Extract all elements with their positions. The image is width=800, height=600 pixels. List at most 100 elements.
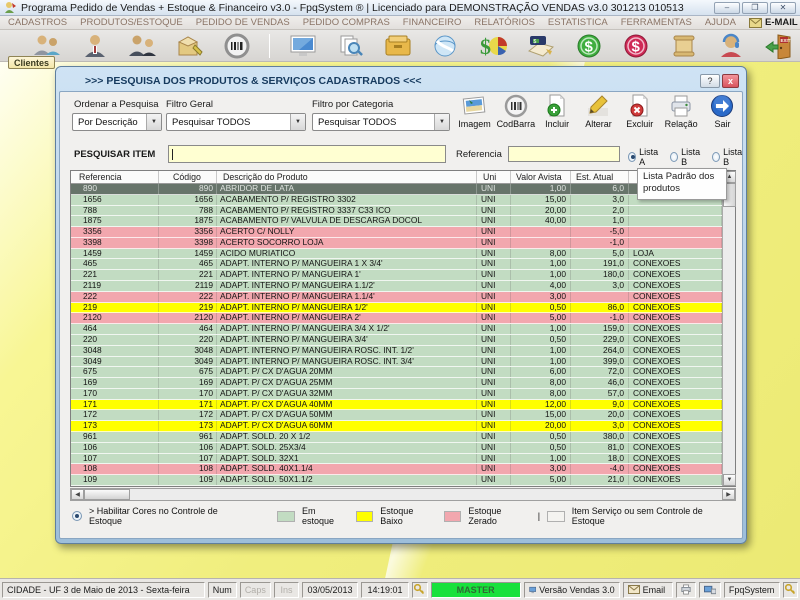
horizontal-scrollbar[interactable]: ◀ ▶	[70, 488, 736, 501]
cell-ref: 172	[71, 410, 159, 420]
cell-est: 3,0	[571, 195, 629, 205]
table-row[interactable]: 890890ABRIDOR DE LATAUNI1,006,0	[71, 184, 722, 195]
cell-ref: 3049	[71, 357, 159, 367]
table-row[interactable]: 220220ADAPT. INTERNO P/ MANGUEIRA 3/4'UN…	[71, 335, 722, 346]
scroll-left-arrow[interactable]: ◀	[71, 489, 84, 500]
menu-item-relat-rios[interactable]: RELATÓRIOS	[474, 17, 535, 28]
window-title: Programa Pedido de Vendas + Estoque & Fi…	[21, 2, 684, 14]
toolbar-button-codbarra[interactable]	[222, 32, 252, 60]
menu-item-estatistica[interactable]: ESTATISTICA	[548, 17, 608, 28]
menu-item-cadastros[interactable]: CADASTROS	[8, 17, 67, 28]
radio-on-icon	[72, 511, 82, 521]
table-row[interactable]: 106106ADAPT. SOLD. 25X3/4UNI0,5081,0CONE…	[71, 443, 722, 454]
table-row[interactable]: 14591459ACIDO MURIATICOUNI8,005,0LOJA	[71, 249, 722, 260]
table-row[interactable]: 21192119ADAPT. INTERNO P/ MANGUEIRA 1.1/…	[71, 281, 722, 292]
restore-button[interactable]: ❐	[742, 2, 768, 14]
toolbar-button-suporte[interactable]	[716, 32, 746, 60]
vertical-scrollbar[interactable]: ▲ ▼	[722, 171, 735, 486]
sair-button[interactable]: Sair	[703, 94, 742, 140]
toolbar-button-produtos[interactable]	[174, 32, 204, 60]
dialog-help-button[interactable]: ?	[700, 74, 720, 88]
ordenar-select[interactable]: Por Descrição ▼	[72, 113, 162, 131]
menu-item-pedido-de-vendas[interactable]: PEDIDO DE VENDAS	[196, 17, 290, 28]
table-row[interactable]: 18751875ACABAMENTO P/ VALVULA DE DESCARG…	[71, 216, 722, 227]
toolbar-button-compras[interactable]	[382, 32, 412, 60]
menu-item-pedido-compras[interactable]: PEDIDO COMPRAS	[303, 17, 390, 28]
codbarra-button[interactable]: CodBarra	[496, 94, 535, 140]
table-header: Referencia Código Descrição do Produto U…	[71, 171, 735, 184]
cell-ref: 675	[71, 367, 159, 377]
table-row[interactable]: 33983398ACERTO SOCORRO LOJAUNI-1,0	[71, 238, 722, 249]
status-version: Versão Vendas 3.0	[524, 582, 620, 598]
cell-desc: ACIDO MURIATICO	[217, 249, 477, 259]
toolbar-button-vendedores[interactable]	[127, 32, 157, 60]
table-row[interactable]: 219219ADAPT. INTERNO P/ MANGUEIRA 1/2'UN…	[71, 303, 722, 314]
status-printer[interactable]	[676, 582, 696, 598]
incluir-label: Incluir	[545, 119, 569, 129]
toolbar-button-orcamentos[interactable]	[335, 32, 365, 60]
minimize-button[interactable]: ‒	[714, 2, 740, 14]
excluir-button[interactable]: Excluir	[620, 94, 659, 140]
toolbar-button-fornecedores[interactable]	[79, 32, 109, 60]
radio-lista-b[interactable]: Lista B	[670, 147, 702, 167]
table-row[interactable]: 21202120ADAPT. INTERNO P/ MANGUEIRA 2'UN…	[71, 313, 722, 324]
menu-item-produtos-estoque[interactable]: PRODUTOS/ESTOQUE	[80, 17, 183, 28]
table-row[interactable]: 675675ADAPT. P/ CX D'AGUA 20MMUNI6,0072,…	[71, 367, 722, 378]
table-row[interactable]: 788788ACABAMENTO P/ REGISTRO 3337 C33 IC…	[71, 206, 722, 217]
table-row[interactable]: 30493049ADAPT. INTERNO P/ MANGUEIRA ROSC…	[71, 357, 722, 368]
menu-item-ferramentas[interactable]: FERRAMENTAS	[621, 17, 692, 28]
filtro-categoria-select[interactable]: Pesquisar TODOS ▼	[312, 113, 450, 131]
table-row[interactable]: 33563356ACERTO C/ NOLLYUNI-5,0	[71, 227, 722, 238]
horizontal-scroll-thumb[interactable]	[84, 489, 130, 500]
table-row[interactable]: 170170ADAPT. P/ CX D'AGUA 32MMUNI8,0057,…	[71, 389, 722, 400]
habilitar-cores-radio[interactable]	[72, 511, 82, 521]
imagem-button[interactable]: Imagem	[455, 94, 494, 140]
referencia-input[interactable]	[508, 146, 620, 162]
status-terminal[interactable]	[699, 582, 721, 598]
close-button[interactable]: ✕	[770, 2, 796, 14]
table-row[interactable]: 464464ADAPT. INTERNO P/ MANGUEIRA 3/4 X …	[71, 324, 722, 335]
table-row[interactable]: 16561656ACABAMENTO P/ REGISTRO 3302UNI15…	[71, 195, 722, 206]
table-row[interactable]: 172172ADAPT. P/ CX D'AGUA 50MMUNI15,0020…	[71, 410, 722, 421]
status-date: 03/05/2013	[302, 582, 358, 598]
toolbar-button-estatistica[interactable]: $	[477, 32, 509, 60]
key-icon	[785, 584, 796, 595]
menu-item-email[interactable]: E-MAIL	[749, 17, 798, 28]
table-row[interactable]: 465465ADAPT. INTERNO P/ MANGUEIRA 1 X 3/…	[71, 259, 722, 270]
table-row[interactable]: 169169ADAPT. P/ CX D'AGUA 25MMUNI8,0046,…	[71, 378, 722, 389]
scroll-down-arrow[interactable]: ▼	[723, 474, 736, 486]
table-row[interactable]: 961961ADAPT. SOLD. 20 X 1/2UNI0,50380,0C…	[71, 432, 722, 443]
table-row[interactable]: 109109ADAPT. SOLD. 50X1.1/2UNI5,0021,0CO…	[71, 475, 722, 486]
toolbar-button-contas-pagar[interactable]: $	[621, 32, 651, 60]
table-row[interactable]: 107107ADAPT. SOLD. 32X1UNI1,0018,0CONEXO…	[71, 454, 722, 465]
table-row[interactable]: 30483048ADAPT. INTERNO P/ MANGUEIRA ROSC…	[71, 346, 722, 357]
status-email[interactable]: Email	[623, 582, 673, 598]
menu-item-financeiro[interactable]: FINANCEIRO	[403, 17, 462, 28]
filtro-geral-select[interactable]: Pesquisar TODOS ▼	[166, 113, 306, 131]
radio-lista-a[interactable]: Lista A	[628, 147, 660, 167]
cell-est: -5,0	[571, 227, 629, 237]
table-row[interactable]: 222222ADAPT. INTERNO P/ MANGUEIRA 1.1/4'…	[71, 292, 722, 303]
menu-item-ajuda[interactable]: AJUDA	[705, 17, 736, 28]
table-row[interactable]: 173173ADAPT. P/ CX D'AGUA 60MMUNI20,003,…	[71, 421, 722, 432]
dialog-close-button[interactable]: x	[722, 74, 739, 88]
toolbar-button-relatorios[interactable]	[669, 32, 699, 60]
toolbar-button-sair[interactable]: EXIT	[764, 32, 794, 60]
table-row[interactable]: 171171ADAPT. P/ CX D'AGUA 40MMUNI12,009,…	[71, 400, 722, 411]
radio-lista-b2[interactable]: Lista B	[712, 147, 744, 167]
toolbar-button-pedidos[interactable]	[287, 32, 317, 60]
toolbar-button-financeiro[interactable]	[430, 32, 460, 60]
toolbar-button-contas-receber[interactable]: $	[574, 32, 604, 60]
table-row[interactable]: 108108ADAPT. SOLD. 40X1.1/4UNI3,00-4,0CO…	[71, 464, 722, 475]
toolbar-button-caixa[interactable]: $	[526, 32, 556, 60]
cell-uni: UNI	[477, 464, 511, 474]
cell-cod: 1459	[159, 249, 217, 259]
incluir-button[interactable]: Incluir	[538, 94, 577, 140]
relacao-button[interactable]: Relação	[662, 94, 701, 140]
alterar-button[interactable]: Alterar	[579, 94, 618, 140]
scroll-right-arrow[interactable]: ▶	[722, 489, 735, 500]
table-row[interactable]: 221221ADAPT. INTERNO P/ MANGUEIRA 1'UNI1…	[71, 270, 722, 281]
pesquisar-item-input[interactable]	[168, 145, 446, 163]
cell-cat: CONEXOES	[629, 259, 722, 269]
cell-desc: ADAPT. INTERNO P/ MANGUEIRA ROSC. INT. 3…	[217, 357, 477, 367]
